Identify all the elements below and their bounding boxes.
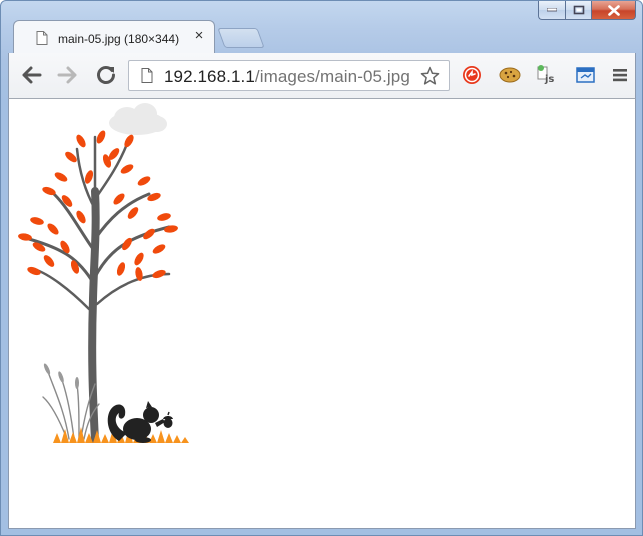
red-circle-extension-icon [463, 66, 481, 84]
menu-icon[interactable] [611, 66, 629, 84]
page-icon [36, 31, 48, 45]
tab-main-05[interactable]: main-05.jpg (180×344) × [13, 20, 215, 54]
maximize-button[interactable] [565, 1, 591, 20]
acorn-illustration [163, 411, 173, 428]
cookie-extension-button[interactable] [499, 64, 521, 86]
red-circle-extension-button[interactable] [461, 64, 483, 86]
address-bar[interactable]: 192.168.1.1/images/main-05.jpg [128, 60, 450, 91]
reload-button[interactable] [93, 62, 119, 88]
forward-arrow-icon [57, 66, 77, 84]
page-icon [141, 68, 153, 83]
minimize-icon [547, 8, 557, 12]
url-host: 192.168.1.1 [164, 67, 255, 86]
back-arrow-icon [22, 66, 42, 84]
toolbar: 192.168.1.1/images/main-05.jpg js [8, 53, 636, 99]
browser-window: main-05.jpg (180×344) × 192.168.1.1/imag… [0, 0, 643, 536]
url-text: 192.168.1.1/images/main-05.jpg [164, 67, 410, 87]
grass-seed-heads [43, 363, 79, 389]
new-tab-button[interactable] [217, 28, 265, 48]
restore-icon [573, 5, 584, 15]
url-path: /images/main-05.jpg [254, 67, 410, 86]
close-window-button[interactable] [591, 1, 636, 20]
caption-buttons [538, 1, 636, 20]
cookie-extension-icon [499, 67, 521, 83]
js-extension-button[interactable]: js [537, 64, 559, 86]
minimize-button[interactable] [538, 1, 565, 20]
tab-title: main-05.jpg (180×344) [58, 32, 180, 46]
star-icon[interactable] [420, 66, 440, 86]
close-icon [607, 4, 620, 16]
reload-icon [97, 66, 115, 84]
squirrel-illustration [107, 401, 165, 443]
back-button[interactable] [18, 62, 44, 88]
svg-text:js: js [544, 74, 554, 85]
cloud-illustration [109, 103, 167, 135]
tree-trunk [27, 135, 171, 443]
tree-squirrel-image [18, 103, 189, 443]
tab-close-button[interactable]: × [191, 28, 207, 44]
page-viewport [8, 99, 636, 529]
window-extension-icon [576, 67, 595, 83]
js-extension-icon: js [537, 65, 554, 85]
window-extension-button[interactable] [575, 64, 597, 86]
forward-button[interactable] [55, 62, 81, 88]
